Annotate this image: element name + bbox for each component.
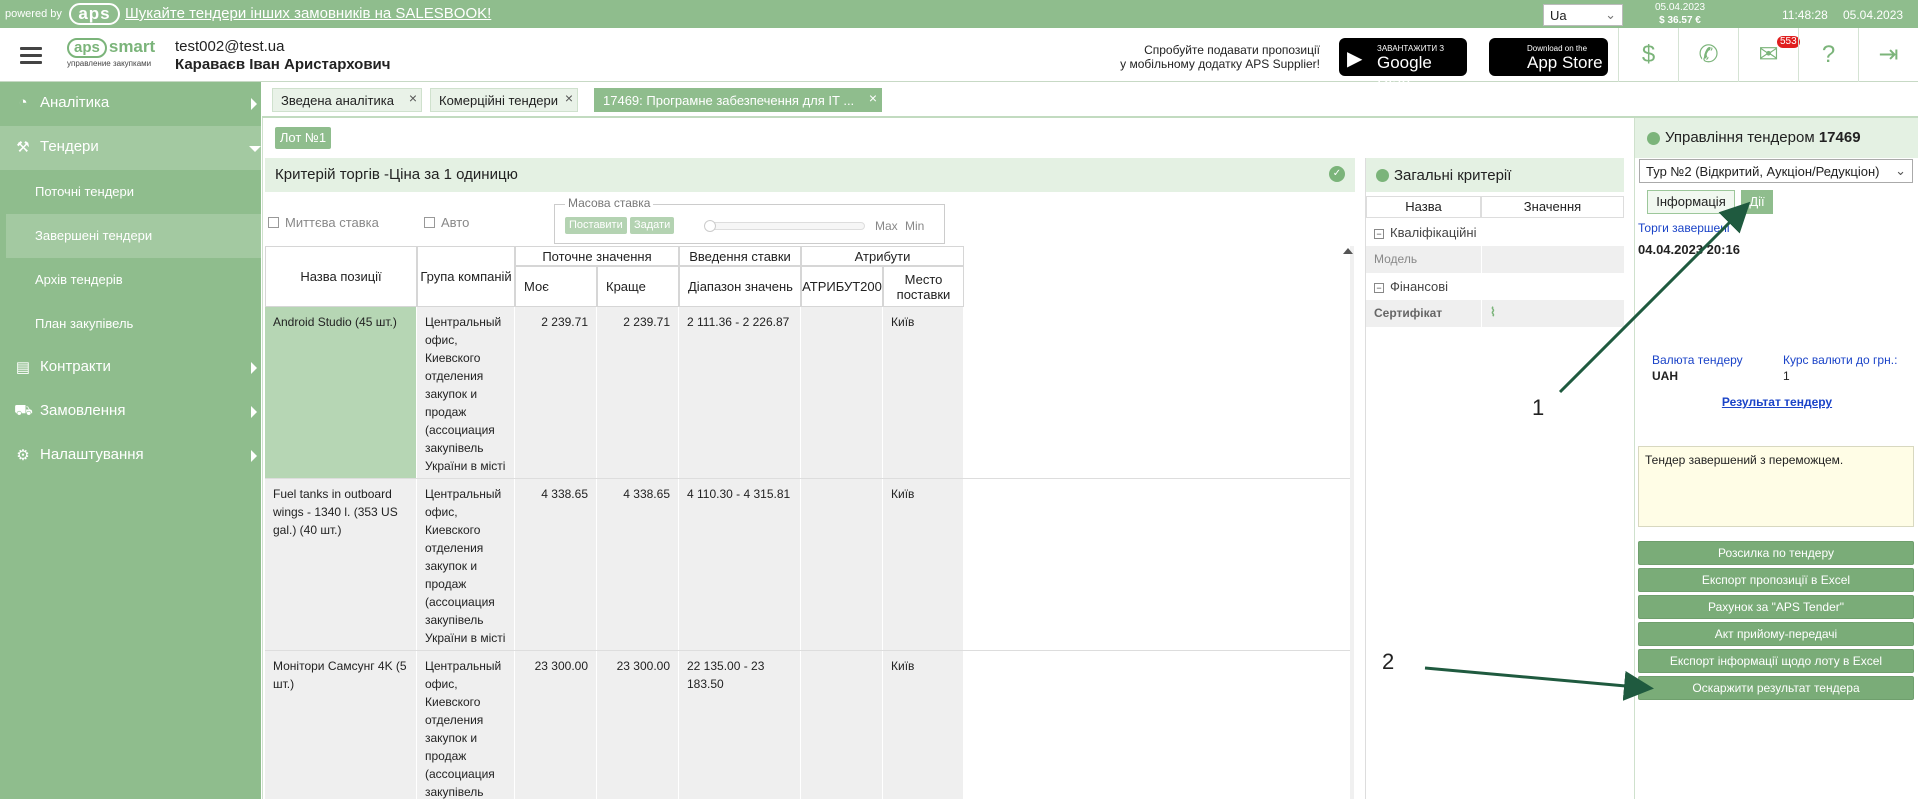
arrow-1 [1558, 201, 1751, 394]
arrow-2 [1424, 666, 1654, 701]
annotation-number-2: 2 [1382, 649, 1395, 674]
annotation-arrows [1424, 201, 1751, 701]
annotation-number-1: 1 [1532, 395, 1545, 420]
